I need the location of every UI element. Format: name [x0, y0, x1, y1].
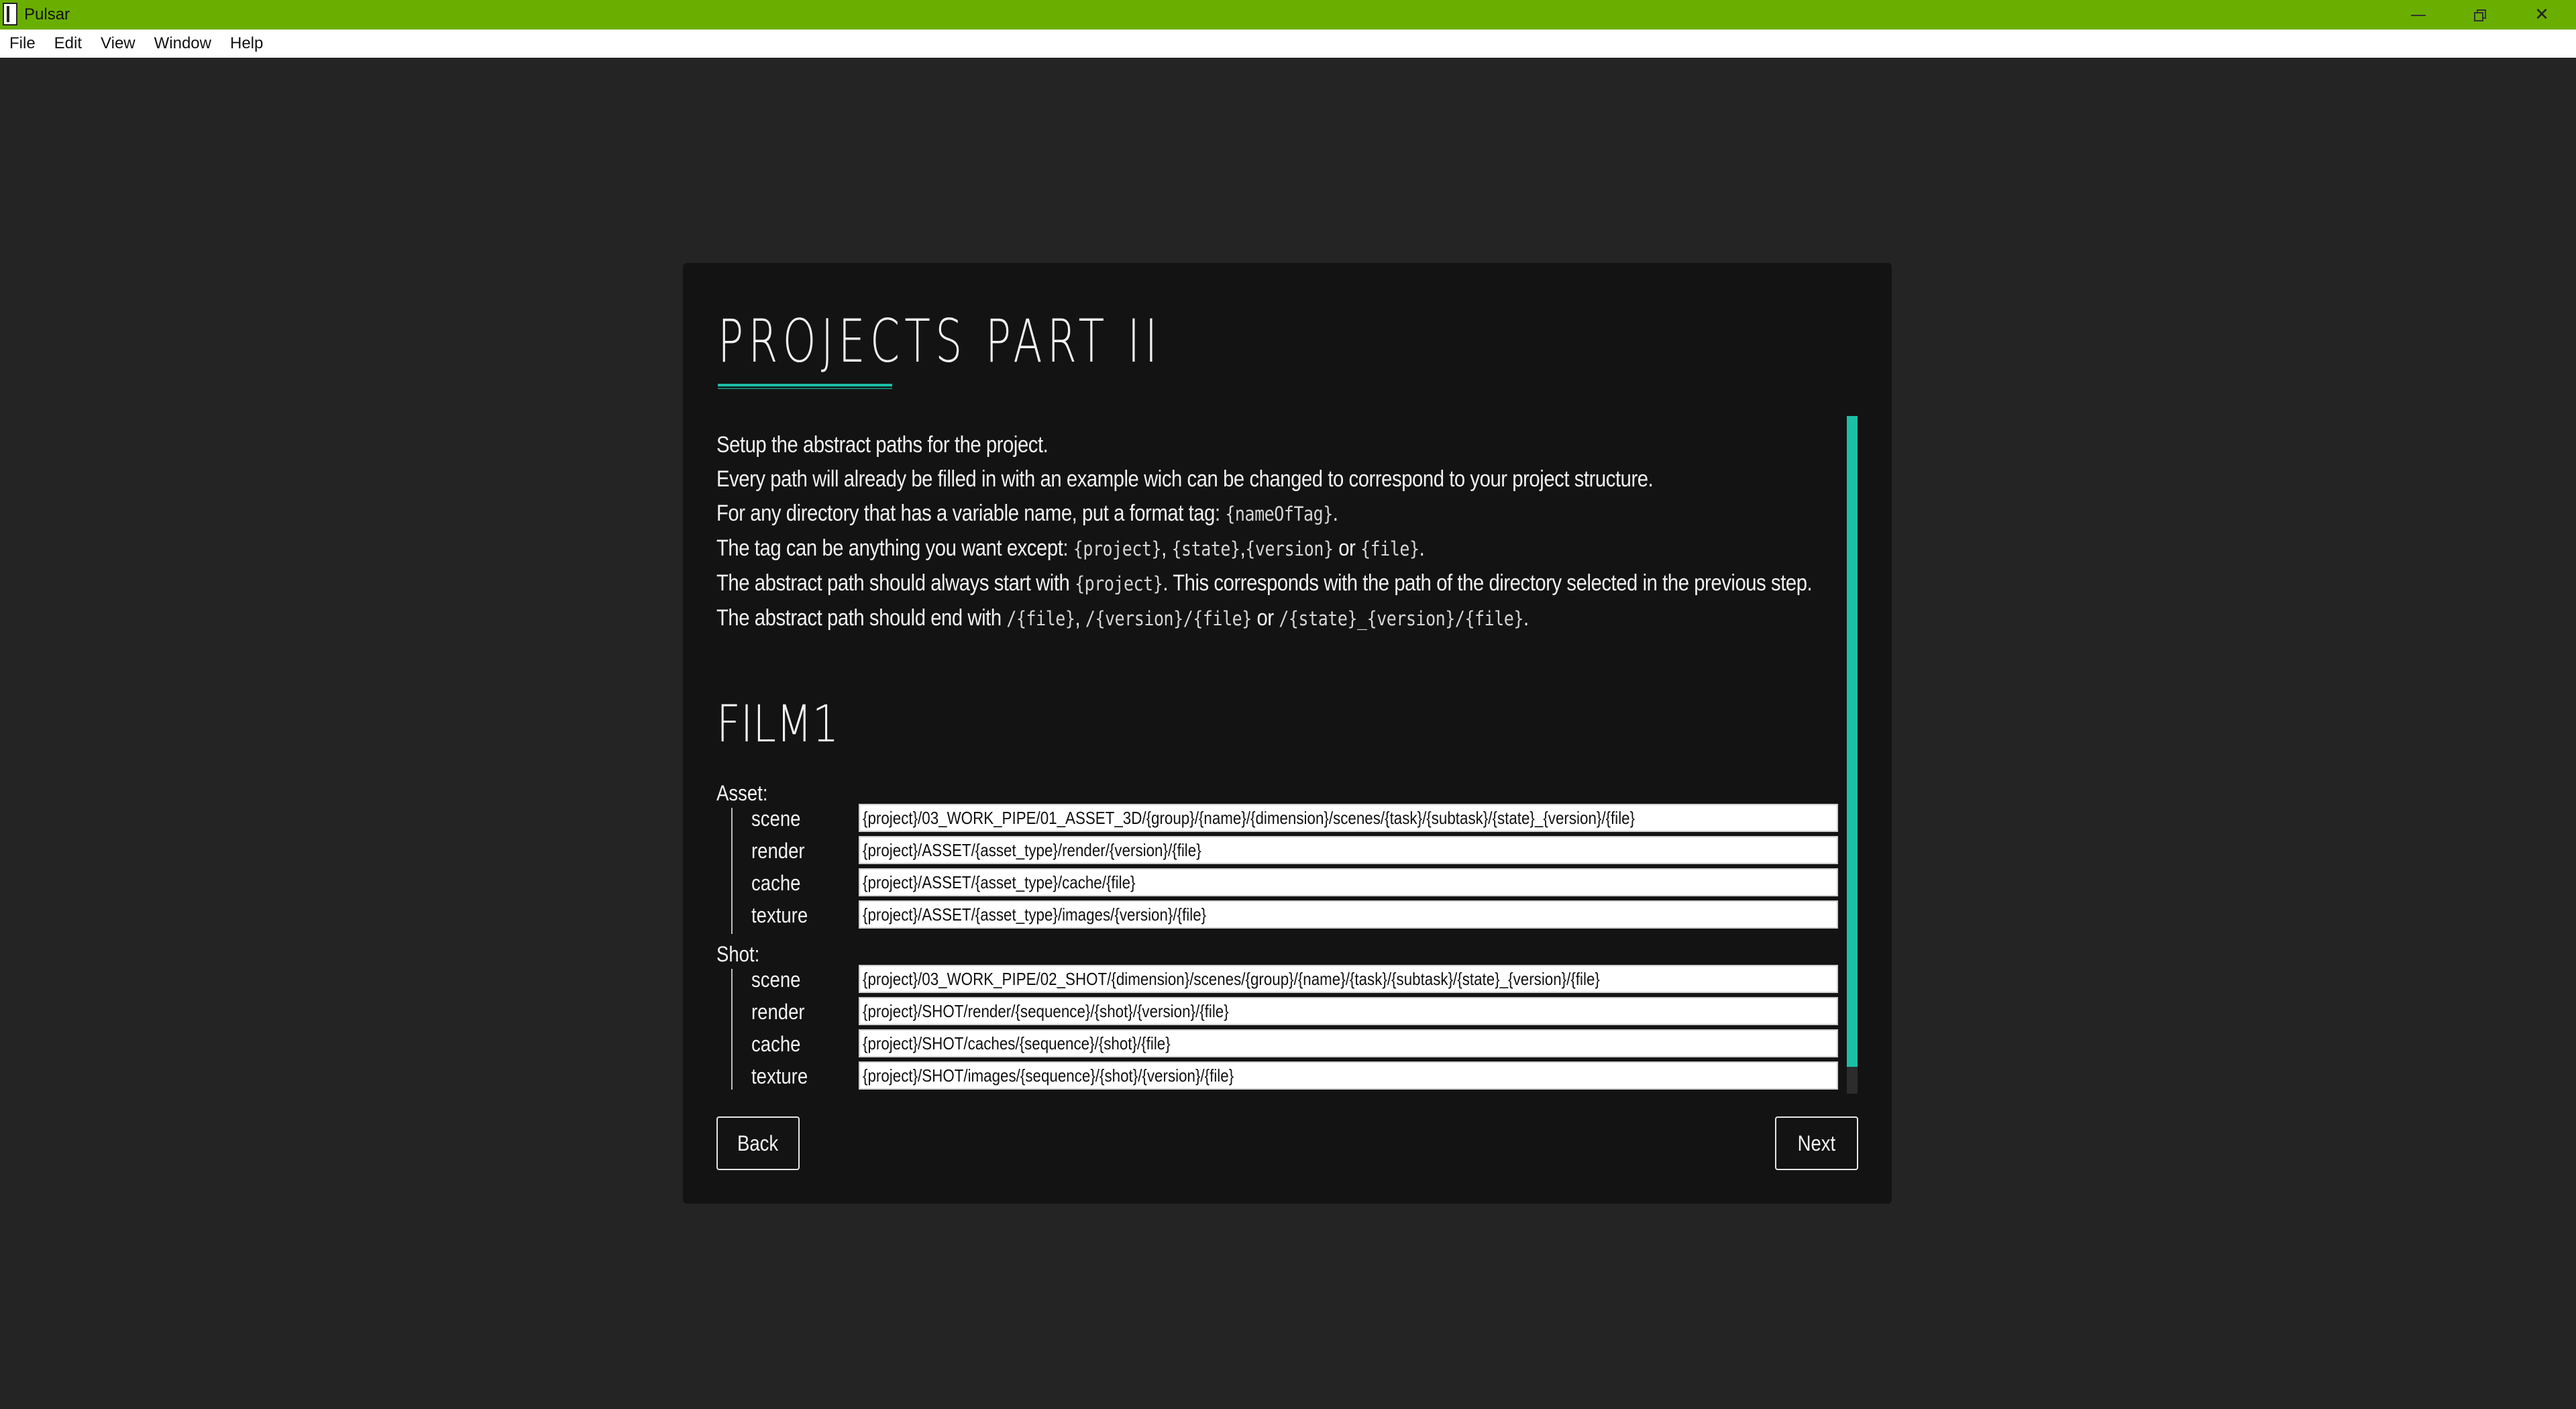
instruction-text: Every path will already be filled in wit… [716, 466, 1654, 492]
title-underline [718, 384, 892, 386]
menu-view[interactable]: View [91, 30, 145, 58]
instruction-text: . [1332, 501, 1338, 526]
menu-edit[interactable]: Edit [45, 30, 91, 58]
instruction-text: or [1333, 535, 1361, 561]
path-label: texture [751, 903, 808, 927]
format-tag: {state} [1171, 537, 1240, 560]
instruction-line: The abstract path should always start wi… [716, 566, 1813, 601]
minimize-button[interactable] [2388, 0, 2449, 30]
minimize-icon [2411, 14, 2426, 16]
format-tag: /{state}_{version}/{file} [1279, 607, 1523, 630]
menu-help[interactable]: Help [221, 30, 272, 58]
instruction-line: Every path will already be filled in wit… [716, 462, 1697, 497]
format-tag: {project} [1075, 572, 1163, 595]
page-title: PROJECTS PART II [718, 307, 1163, 376]
shot-scene-row: scene {project}/03_WORK_PIPE/02_SHOT/{di… [716, 965, 1843, 994]
path-label: render [751, 1000, 805, 1024]
instruction-text: . This corresponds with the path of the … [1163, 570, 1813, 596]
scroll-area[interactable]: Setup the abstract paths for the project… [716, 412, 1843, 1090]
project-setup-dialog: PROJECTS PART II Setup the abstract path… [683, 263, 1892, 1204]
path-label: render [751, 839, 805, 863]
format-tag: {version} [1245, 537, 1334, 560]
path-label: scene [751, 968, 801, 992]
menu-bar: File Edit View Window Help [0, 30, 2576, 58]
instruction-line: For any directory that has a variable na… [716, 497, 1697, 531]
project-name: FILM1 [716, 694, 839, 753]
asset-cache-row: cache {project}/ASSET/{asset_type}/cache… [716, 868, 1843, 898]
maximize-button[interactable] [2450, 0, 2510, 30]
path-label: cache [751, 1032, 801, 1056]
asset-texture-path-input[interactable]: {project}/ASSET/{asset_type}/images/{ver… [859, 900, 1838, 929]
menu-window[interactable]: Window [145, 30, 221, 58]
section-label-shot: Shot: [716, 942, 760, 966]
scrollbar-thumb[interactable] [1847, 416, 1858, 1067]
app-icon [3, 3, 17, 25]
instruction-text: The abstract path should always start wi… [716, 570, 1075, 596]
asset-scene-path-input[interactable]: {project}/03_WORK_PIPE/01_ASSET_3D/{grou… [859, 804, 1838, 832]
instruction-text: , [1161, 535, 1172, 561]
instruction-line: The abstract path should end with /{file… [716, 601, 1697, 636]
shot-cache-path-input[interactable]: {project}/SHOT/caches/{sequence}/{shot}/… [859, 1029, 1838, 1057]
shot-scene-path-input[interactable]: {project}/03_WORK_PIPE/02_SHOT/{dimensio… [859, 965, 1838, 993]
format-tag: {project} [1073, 537, 1162, 560]
instruction-text: For any directory that has a variable na… [716, 501, 1226, 526]
format-tag: /{version}/{file} [1085, 607, 1252, 630]
instruction-line: The tag can be anything you want except:… [716, 531, 1697, 566]
next-button[interactable]: Next [1775, 1116, 1858, 1170]
title-underline-secondary [718, 388, 892, 389]
close-icon: ✕ [2534, 5, 2549, 25]
shot-texture-path-input[interactable]: {project}/SHOT/images/{sequence}/{shot}/… [859, 1061, 1838, 1090]
shot-render-path-input[interactable]: {project}/SHOT/render/{sequence}/{shot}/… [859, 997, 1838, 1025]
window-title: Pulsar [24, 5, 70, 23]
format-tag: {file} [1360, 537, 1419, 560]
asset-cache-path-input[interactable]: {project}/ASSET/{asset_type}/cache/{file… [859, 868, 1838, 896]
instruction-text: . [1419, 535, 1425, 561]
asset-scene-row: scene {project}/03_WORK_PIPE/01_ASSET_3D… [716, 804, 1843, 833]
restore-icon [2474, 9, 2486, 21]
instruction-text: . [1523, 605, 1529, 631]
path-label: cache [751, 871, 801, 895]
asset-render-path-input[interactable]: {project}/ASSET/{asset_type}/render/{ver… [859, 836, 1838, 864]
path-label: texture [751, 1064, 808, 1088]
back-button[interactable]: Back [716, 1116, 800, 1170]
path-label: scene [751, 806, 801, 831]
instruction-text: The abstract path should end with [716, 605, 1007, 631]
asset-render-row: render {project}/ASSET/{asset_type}/rend… [716, 836, 1843, 866]
section-label-asset: Asset: [716, 781, 768, 805]
shot-texture-row: texture {project}/SHOT/images/{sequence}… [716, 1061, 1843, 1090]
instruction-text: The tag can be anything you want except: [716, 535, 1073, 561]
asset-texture-row: texture {project}/ASSET/{asset_type}/ima… [716, 900, 1843, 930]
menu-file[interactable]: File [0, 30, 45, 58]
instruction-text: , [1240, 535, 1246, 561]
close-button[interactable]: ✕ [2512, 0, 2572, 30]
shot-render-row: render {project}/SHOT/render/{sequence}/… [716, 997, 1843, 1027]
title-bar: Pulsar ✕ [0, 0, 2576, 30]
instruction-text: or [1251, 605, 1279, 631]
instruction-line: Setup the abstract paths for the project… [716, 428, 1697, 462]
instructions: Setup the abstract paths for the project… [716, 428, 1843, 636]
format-tag: /{file} [1006, 607, 1075, 630]
shot-cache-row: cache {project}/SHOT/caches/{sequence}/{… [716, 1029, 1843, 1059]
format-tag: {nameOfTag} [1225, 503, 1333, 525]
instruction-text: Setup the abstract paths for the project… [716, 432, 1049, 458]
instruction-text: , [1075, 605, 1085, 631]
